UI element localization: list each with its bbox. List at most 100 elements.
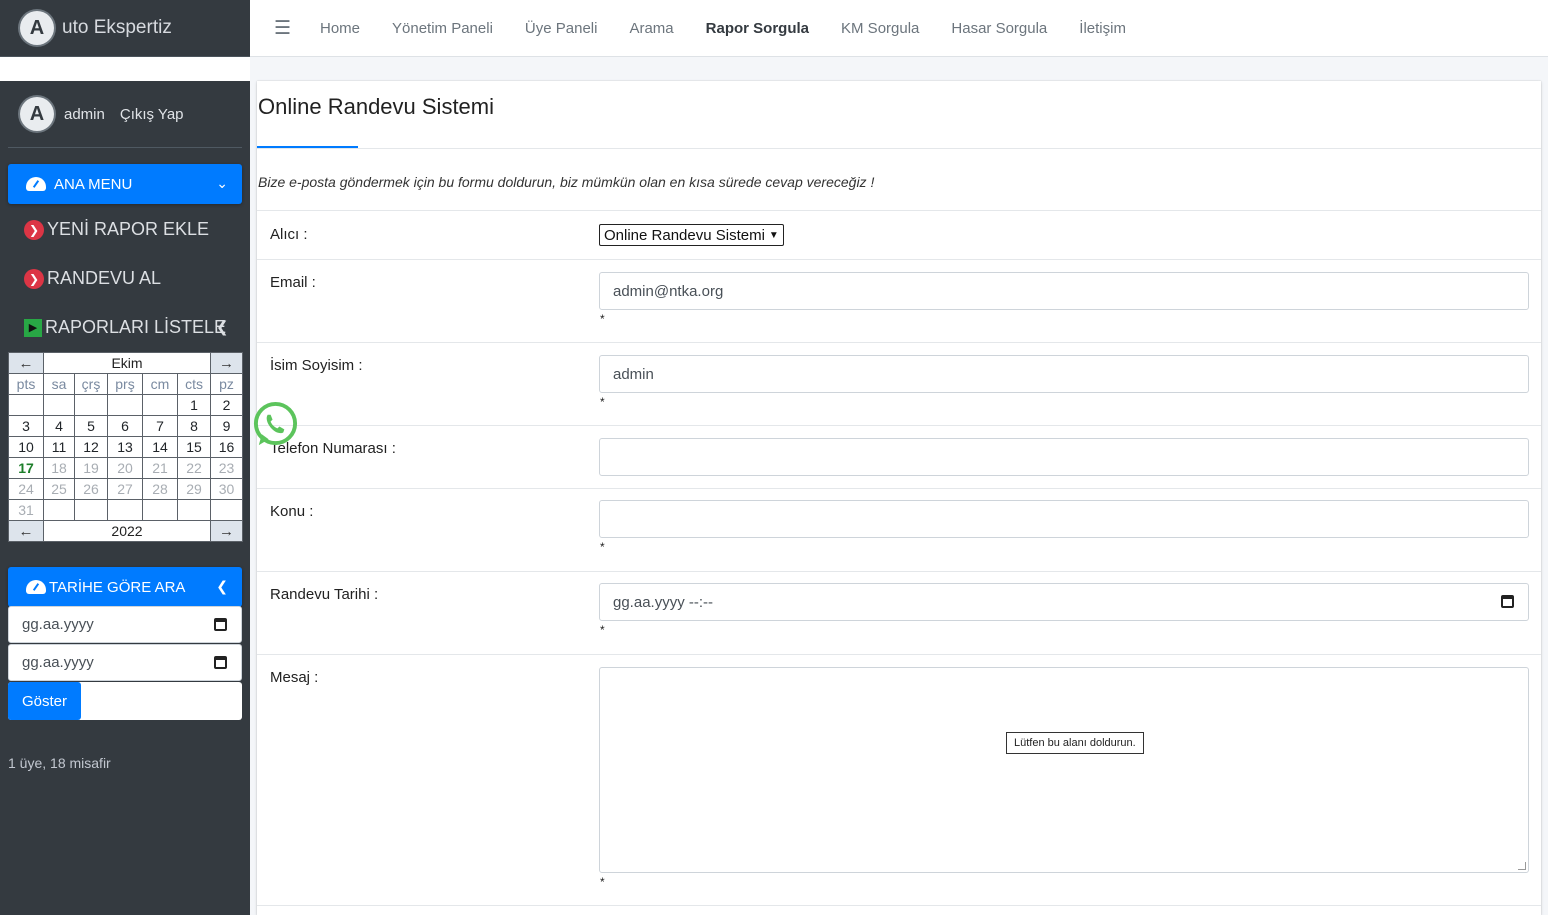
show-button[interactable]: Göster [8,682,81,720]
calendar-day[interactable]: 16 [210,436,244,458]
nav-report-query[interactable]: Rapor Sorgula [706,20,809,37]
logout-link[interactable]: Çıkış Yap [120,106,184,123]
whatsapp-icon[interactable] [251,400,300,449]
divider [257,342,1541,343]
calendar-prev-month-button[interactable]: ← [8,352,44,374]
date-search-label: TARİHE GÖRE ARA [49,578,186,596]
calendar-day[interactable]: 4 [43,415,75,437]
calendar-next-month-button[interactable]: → [210,352,244,374]
nav-contact[interactable]: İletişim [1079,20,1126,37]
divider [257,571,1541,572]
divider [257,259,1541,260]
calendar-day[interactable]: 25 [43,478,75,500]
name-label: İsim Soyisim : [270,357,363,374]
menu-item-appointment[interactable]: ❯ RANDEVU AL [24,268,161,289]
calendar-weekday: pts [8,373,44,395]
calendar-day[interactable]: 19 [74,457,108,479]
calendar-day[interactable]: 13 [107,436,143,458]
calendar-day[interactable]: 30 [210,478,244,500]
calendar-day[interactable]: 5 [74,415,108,437]
calendar-day[interactable]: 14 [142,436,178,458]
brand-link[interactable]: A uto Ekspertiz [0,0,250,57]
resize-handle-icon[interactable] [1518,862,1526,870]
calendar-prev-year-button[interactable]: ← [8,520,44,542]
calendar-day[interactable]: 31 [8,499,44,521]
user-name-link[interactable]: admin [64,106,105,123]
recipient-label: Alıcı : [270,226,308,243]
main-menu-header[interactable]: ANA MENU ⌄ [8,164,242,204]
menu-item-new-report[interactable]: ❯ YENİ RAPOR EKLE [24,219,209,240]
date-search-header[interactable]: TARİHE GÖRE ARA ❮ [8,567,242,607]
calendar-month-title: Ekim [42,352,212,374]
subject-field[interactable] [599,500,1529,538]
calendar-day[interactable]: 26 [74,478,108,500]
calendar-empty-cell [107,499,143,521]
nav-damage-query[interactable]: Hasar Sorgula [951,20,1047,37]
nav-search[interactable]: Arama [629,20,673,37]
full-name-field[interactable]: admin [599,355,1529,393]
calendar-day[interactable]: 10 [8,436,44,458]
calendar-week-row: 17 18 19 20 21 22 23 [8,457,244,479]
calendar-day[interactable]: 7 [142,415,178,437]
calendar-day[interactable]: 11 [43,436,75,458]
message-textarea[interactable] [599,667,1529,873]
calendar-days: 1 2 3 4 5 6 7 8 9 10 11 12 13 14 15 16 17 18 19 20 21 22 23 24 2… [8,394,244,521]
calendar-day[interactable]: 9 [210,415,244,437]
hamburger-menu-icon[interactable]: ☰ [274,17,296,40]
recipient-select[interactable]: Online Randevu Sistemi ▼ [599,224,784,246]
calendar-day[interactable]: 27 [107,478,143,500]
calendar-weekday: sa [43,373,75,395]
calendar-empty-cell [142,499,178,521]
email-field[interactable]: admin@ntka.org [599,272,1529,310]
dashboard-gauge-icon [26,177,46,191]
calendar-day[interactable]: 22 [176,457,212,479]
calendar-day[interactable]: 17 [8,457,44,479]
divider [8,147,242,148]
menu-item-list-reports[interactable]: ▶ RAPORLARI LİSTELE ❮ [24,317,229,338]
calendar-day[interactable]: 3 [8,415,44,437]
calendar-day[interactable]: 8 [176,415,212,437]
calendar-day[interactable]: 12 [74,436,108,458]
nav-home[interactable]: Home [320,20,360,37]
nav-admin-panel[interactable]: Yönetim Paneli [392,20,493,37]
calendar-week-row: 31 [8,499,244,521]
divider [257,654,1541,655]
phone-field[interactable] [599,438,1529,476]
calendar-day[interactable]: 24 [8,478,44,500]
calendar-empty-cell [176,499,212,521]
calendar-weekday-row: pts sa çrş prş cm cts pz [8,373,244,395]
calendar-day[interactable]: 21 [142,457,178,479]
calendar-icon[interactable] [214,618,227,631]
form-intro-text: Bize e-posta göndermek için bu formu dol… [258,174,875,190]
validation-tooltip: Lütfen bu alanı doldurun. [1006,732,1144,754]
calendar-icon[interactable] [214,656,227,669]
user-panel: A admin Çıkış Yap [0,81,250,147]
calendar-day[interactable]: 1 [176,394,212,416]
calendar-empty-cell [107,394,143,416]
calendar-week-row: 10 11 12 13 14 15 16 [8,436,244,458]
start-date-input[interactable]: gg.aa.yyyy [8,606,242,643]
menu-item-label: YENİ RAPOR EKLE [47,219,210,239]
calendar-empty-cell [43,394,75,416]
calendar-weekday: pz [210,373,244,395]
calendar-year-title: 2022 [42,520,212,542]
nav-member-panel[interactable]: Üye Paneli [525,20,598,37]
chevron-down-icon: ▼ [768,229,779,241]
calendar-day[interactable]: 15 [176,436,212,458]
calendar-day[interactable]: 28 [142,478,178,500]
nav-km-query[interactable]: KM Sorgula [841,20,919,37]
calendar-icon[interactable] [1501,595,1514,608]
end-date-input[interactable]: gg.aa.yyyy [8,644,242,681]
calendar-day[interactable]: 6 [107,415,143,437]
calendar-day[interactable]: 23 [210,457,244,479]
calendar-day[interactable]: 2 [210,394,244,416]
calendar-day[interactable]: 29 [176,478,212,500]
calendar-day[interactable]: 18 [43,457,75,479]
appointment-date-label: Randevu Tarihi : [270,586,379,603]
calendar-day[interactable]: 20 [107,457,143,479]
calendar-empty-cell [142,394,178,416]
appointment-datetime-field[interactable]: gg.aa.yyyy --:-- [599,583,1529,621]
recipient-selected-value: Online Randevu Sistemi [604,226,765,244]
calendar-next-year-button[interactable]: → [210,520,244,542]
chevron-down-icon: ⌄ [216,175,228,191]
